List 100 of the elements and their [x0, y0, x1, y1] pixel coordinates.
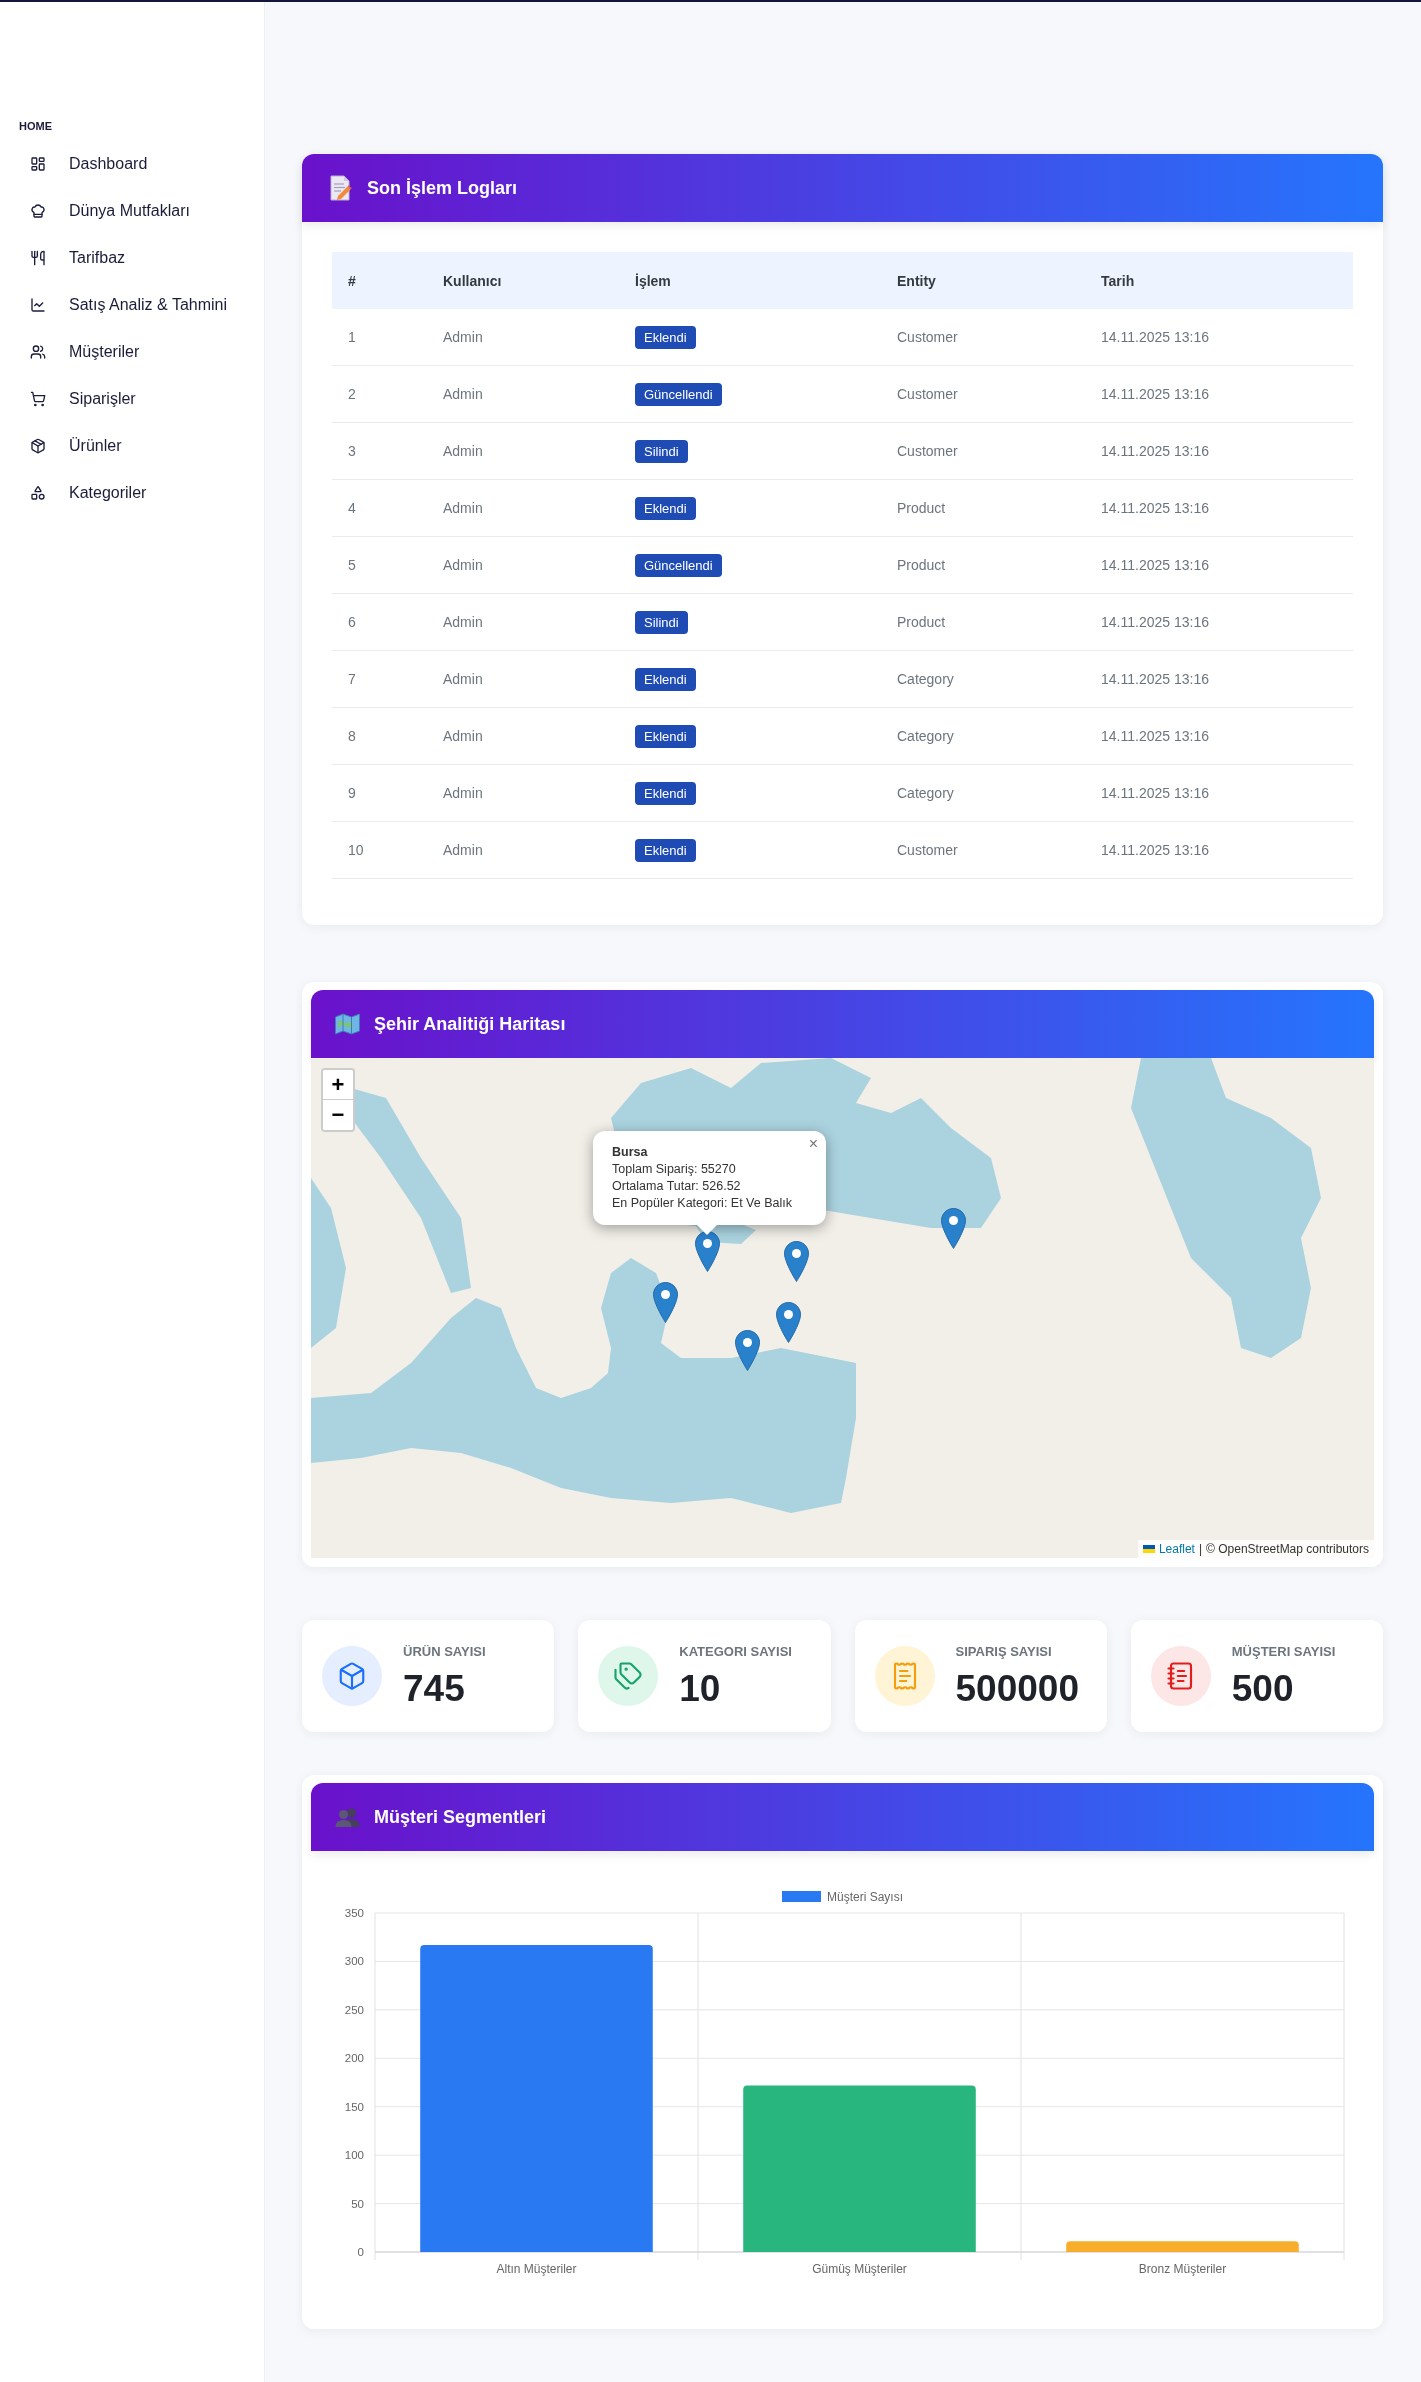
entity-name: Product [897, 500, 946, 516]
row-number: 5 [348, 557, 356, 573]
nav-item[interactable]: Ürünler [30, 422, 122, 469]
user-name: Admin [443, 671, 483, 687]
entity-name: Customer [897, 329, 958, 345]
map-icon [335, 1013, 360, 1035]
x-tick-label: Altın Müşteriler [496, 2262, 577, 2276]
action-badge: Güncellendi [635, 553, 722, 577]
row-number: 2 [348, 386, 356, 402]
entity-name: Customer [897, 842, 958, 858]
section-label: HOME [19, 119, 52, 133]
flag-icon [1142, 1545, 1155, 1553]
user-name: Admin [443, 557, 483, 573]
stat-value: 10 [679, 1668, 721, 1709]
stat-value: 500 [1231, 1668, 1294, 1709]
action-badge: Silindi [635, 610, 688, 634]
log-date: 14.11.2025 13:16 [1101, 842, 1209, 858]
y-tick-label: 50 [351, 2197, 364, 2210]
stat-label: ÜRÜN SAYISI [403, 1643, 486, 1660]
x-tick-label: Gümüş Müşteriler [812, 2262, 907, 2276]
cube-icon [322, 1646, 382, 1706]
log-date: 14.11.2025 13:16 [1101, 443, 1209, 459]
log-date: 14.11.2025 13:16 [1101, 386, 1209, 402]
user-name: Admin [443, 500, 483, 516]
stat-label: KATEGORI SAYISI [679, 1643, 792, 1660]
popup-text: Ortalama Tutar: 526.52 [612, 1178, 741, 1195]
log-date: 14.11.2025 13:16 [1101, 329, 1209, 345]
people-icon [335, 1807, 360, 1827]
action-badge: Silindi [635, 439, 688, 463]
stat-value: 745 [403, 1668, 465, 1709]
column-header: Kullanıcı [443, 272, 502, 289]
row-number: 7 [348, 671, 356, 687]
box-icon [30, 437, 46, 454]
dashboard-icon [30, 155, 46, 172]
map-pin-icon[interactable] [694, 1231, 720, 1272]
nav-item[interactable]: Tarifbaz [30, 234, 126, 281]
action-badge: Eklendi [635, 781, 696, 805]
log-date: 14.11.2025 13:16 [1101, 671, 1209, 687]
row-number: 1 [348, 329, 356, 345]
cart-icon [30, 390, 46, 407]
entity-name: Category [897, 671, 954, 687]
entity-name: Product [897, 614, 946, 630]
nav-item[interactable]: Müşteriler [30, 328, 140, 375]
row-number: 6 [348, 614, 356, 630]
action-badge: Eklendi [635, 496, 696, 520]
user-name: Admin [443, 386, 483, 402]
user-name: Admin [443, 329, 483, 345]
close-button[interactable]: × [808, 1136, 818, 1152]
card-title: Son İşlem Logları [367, 177, 518, 199]
nav-item[interactable]: Dashboard [30, 140, 148, 187]
entity-name: Customer [897, 386, 958, 402]
utensils-icon [30, 249, 46, 266]
y-tick-label: 350 [344, 1907, 364, 1919]
column-header: Entity [897, 272, 936, 289]
entity-name: Customer [897, 443, 958, 459]
row-number: 9 [348, 785, 356, 801]
column-header: İşlem [635, 272, 671, 289]
log-date: 14.11.2025 13:16 [1101, 500, 1209, 516]
popup-title: Bursa [612, 1144, 648, 1161]
entity-name: Category [897, 785, 954, 801]
popup-text: En Popüler Kategori: Et Ve Balık [612, 1195, 792, 1212]
user-name: Admin [443, 728, 483, 744]
log-date: 14.11.2025 13:16 [1101, 614, 1209, 630]
y-tick-label: 150 [344, 2100, 364, 2113]
nav-item[interactable]: Kategoriler [30, 469, 147, 516]
chef-hat-icon [30, 202, 46, 219]
user-name: Admin [443, 785, 483, 801]
attribution-text: © OpenStreetMap contributors [1206, 1541, 1369, 1557]
memo-icon [330, 175, 352, 201]
map-pin-icon[interactable] [940, 1208, 966, 1249]
line-chart-icon [30, 296, 46, 313]
shapes-icon [30, 484, 46, 501]
log-date: 14.11.2025 13:16 [1101, 557, 1209, 573]
y-tick-label: 300 [344, 1955, 364, 1968]
column-header: Tarih [1101, 272, 1135, 289]
entity-name: Category [897, 728, 954, 744]
stat-label: SIPARIŞ SAYISI [955, 1643, 1052, 1660]
user-name: Admin [443, 842, 483, 858]
users-icon [30, 343, 46, 360]
nav-item[interactable]: Dünya Mutfakları [30, 187, 190, 234]
row-number: 8 [348, 728, 356, 744]
legend-label: Müşteri Sayısı [827, 1890, 904, 1904]
nav-item[interactable]: Satış Analiz & Tahmini [30, 281, 227, 328]
y-tick-label: 200 [344, 2052, 364, 2065]
map-pin-icon[interactable] [652, 1282, 678, 1323]
y-tick-label: 0 [357, 2246, 364, 2258]
action-badge: Eklendi [635, 838, 696, 862]
card-title: Şehir Analitiği Haritası [374, 1013, 566, 1035]
zoom-in-button[interactable]: + [323, 1070, 353, 1100]
x-tick-label: Bronz Müşteriler [1138, 2262, 1227, 2276]
y-tick-label: 100 [344, 2149, 364, 2162]
log-date: 14.11.2025 13:16 [1101, 728, 1209, 744]
nav-item[interactable]: Siparişler [30, 375, 136, 422]
leaflet-link[interactable]: Leaflet [1158, 1541, 1195, 1557]
card-title: Müşteri Segmentleri [374, 1806, 547, 1828]
map-pin-icon[interactable] [734, 1330, 760, 1371]
map-pin-icon[interactable] [783, 1241, 809, 1282]
log-date: 14.11.2025 13:16 [1101, 785, 1209, 801]
map-pin-icon[interactable] [775, 1302, 801, 1343]
row-number: 3 [348, 443, 356, 459]
